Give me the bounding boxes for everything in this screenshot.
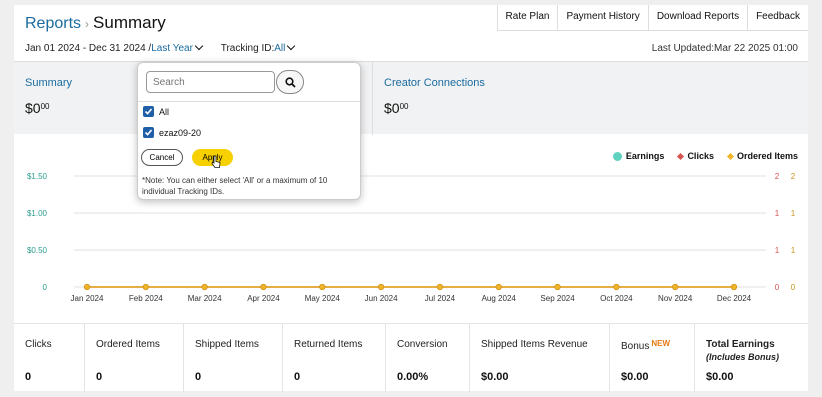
data-point-ordered-items bbox=[260, 283, 267, 291]
metric-conversion: Conversion 0.00% bbox=[385, 324, 469, 392]
metric-value: 0 bbox=[96, 371, 103, 383]
checkmark-icon bbox=[144, 108, 153, 115]
tracking-search-input[interactable] bbox=[146, 71, 275, 93]
metric-label: Clicks bbox=[25, 339, 52, 350]
x-axis-tick-label: Mar 2024 bbox=[188, 294, 222, 303]
checkbox-tracking-id[interactable] bbox=[143, 127, 154, 138]
metric-value: $0.00 bbox=[621, 371, 649, 383]
x-axis-tick-label: Jun 2024 bbox=[365, 294, 398, 303]
metric-value: $0.00 bbox=[706, 371, 734, 383]
y-axis-right-clicks-tick-label: 2 bbox=[775, 172, 780, 181]
x-axis-tick-label: May 2024 bbox=[305, 294, 341, 303]
hand-cursor-icon bbox=[211, 155, 221, 168]
metric-label: Shipped Items Revenue bbox=[481, 339, 588, 350]
total-earnings-label: Total Earnings bbox=[706, 339, 775, 350]
y-axis-left-tick-label: $0.50 bbox=[27, 246, 48, 255]
selection-note: *Note: You can either select 'All' or a … bbox=[142, 176, 328, 196]
x-axis-tick-label: Jul 2024 bbox=[425, 294, 456, 303]
metric-value: 0 bbox=[195, 371, 202, 383]
x-axis-tick-label: Oct 2024 bbox=[600, 294, 633, 303]
data-point-ordered-items bbox=[495, 283, 502, 291]
x-axis-tick-label: Sep 2024 bbox=[540, 294, 575, 303]
data-point-ordered-items bbox=[201, 283, 208, 291]
bonus-label: Bonus bbox=[621, 341, 650, 352]
y-axis-right-clicks-tick-label: 1 bbox=[775, 246, 780, 255]
metric-label: Total Earnings (Includes Bonus) bbox=[706, 339, 779, 362]
metric-shipped-items-revenue: Shipped Items Revenue $0.00 bbox=[469, 324, 609, 392]
metric-label: Returned Items bbox=[294, 339, 363, 350]
metric-ordered-items: Ordered Items 0 bbox=[84, 324, 183, 392]
y-axis-left-tick-label: 0 bbox=[43, 283, 48, 292]
new-badge: NEW bbox=[651, 339, 671, 348]
total-earnings-sublabel: (Includes Bonus) bbox=[706, 352, 780, 362]
x-axis-tick-label: Nov 2024 bbox=[658, 294, 693, 303]
data-point-ordered-items bbox=[377, 283, 385, 291]
metric-label: Shipped Items bbox=[195, 339, 259, 350]
y-axis-left-tick-label: $1.50 bbox=[27, 172, 48, 181]
y-axis-right-items-tick-label: 1 bbox=[791, 246, 796, 255]
popup-divider bbox=[138, 101, 360, 102]
metric-value: 0.00% bbox=[397, 371, 429, 383]
x-axis-tick-label: Jan 2024 bbox=[71, 294, 104, 303]
metric-value: 0 bbox=[294, 371, 301, 383]
metric-shipped-items: Shipped Items 0 bbox=[183, 324, 282, 392]
data-point-ordered-items bbox=[83, 283, 91, 291]
x-axis-tick-label: Dec 2024 bbox=[717, 294, 752, 303]
metrics-row: Clicks 0 Ordered Items 0 Shipped Items 0… bbox=[14, 323, 808, 392]
data-point-ordered-items bbox=[672, 283, 679, 291]
data-point-ordered-items bbox=[319, 283, 326, 291]
checkmark-icon bbox=[144, 129, 153, 136]
x-axis-tick-label: Apr 2024 bbox=[247, 294, 280, 303]
metric-total-earnings: Total Earnings (Includes Bonus) $0.00 bbox=[694, 324, 808, 392]
data-point-ordered-items bbox=[613, 283, 620, 291]
metric-returned-items: Returned Items 0 bbox=[282, 324, 385, 392]
metric-label: Conversion bbox=[397, 339, 448, 350]
y-axis-right-clicks-tick-label: 1 bbox=[775, 209, 780, 218]
data-point-ordered-items bbox=[436, 283, 444, 291]
metric-label: Ordered Items bbox=[96, 339, 160, 350]
y-axis-right-items-tick-label: 2 bbox=[791, 172, 796, 181]
reports-frame: Reports › Summary Rate Plan Payment Histor… bbox=[14, 5, 808, 392]
checkbox-tracking-id-label: ezaz09-20 bbox=[159, 128, 202, 138]
y-axis-right-items-tick-label: 1 bbox=[791, 209, 796, 218]
metric-value: $0.00 bbox=[481, 371, 509, 383]
checkbox-all[interactable] bbox=[143, 106, 154, 117]
checkbox-all-label: All bbox=[159, 107, 170, 117]
metric-value: 0 bbox=[25, 371, 32, 383]
y-axis-left-tick-label: $1.00 bbox=[27, 209, 48, 218]
x-axis-tick-label: Aug 2024 bbox=[482, 294, 517, 303]
y-axis-right-items-tick-label: 0 bbox=[791, 283, 796, 292]
data-point-ordered-items bbox=[730, 283, 738, 291]
data-point-ordered-items bbox=[554, 283, 561, 291]
search-button[interactable] bbox=[276, 70, 304, 94]
metric-clicks: Clicks 0 bbox=[14, 324, 84, 392]
search-icon bbox=[285, 77, 296, 88]
y-axis-right-clicks-tick-label: 0 bbox=[775, 283, 780, 292]
data-point-ordered-items bbox=[142, 283, 149, 291]
tracking-id-popup: All ezaz09-20 Cancel Apply *Note: You ca… bbox=[137, 62, 361, 200]
metric-bonus: Bonus NEW $0.00 bbox=[609, 324, 694, 392]
x-axis-tick-label: Feb 2024 bbox=[129, 294, 163, 303]
cancel-button[interactable]: Cancel bbox=[141, 149, 183, 166]
earnings-chart: $1.50 2 2 $1.00 1 1 $0.50 1 1 0 0 0 Jan 2024 Feb 2024… bbox=[27, 172, 796, 303]
metric-label: Bonus NEW bbox=[621, 339, 670, 352]
